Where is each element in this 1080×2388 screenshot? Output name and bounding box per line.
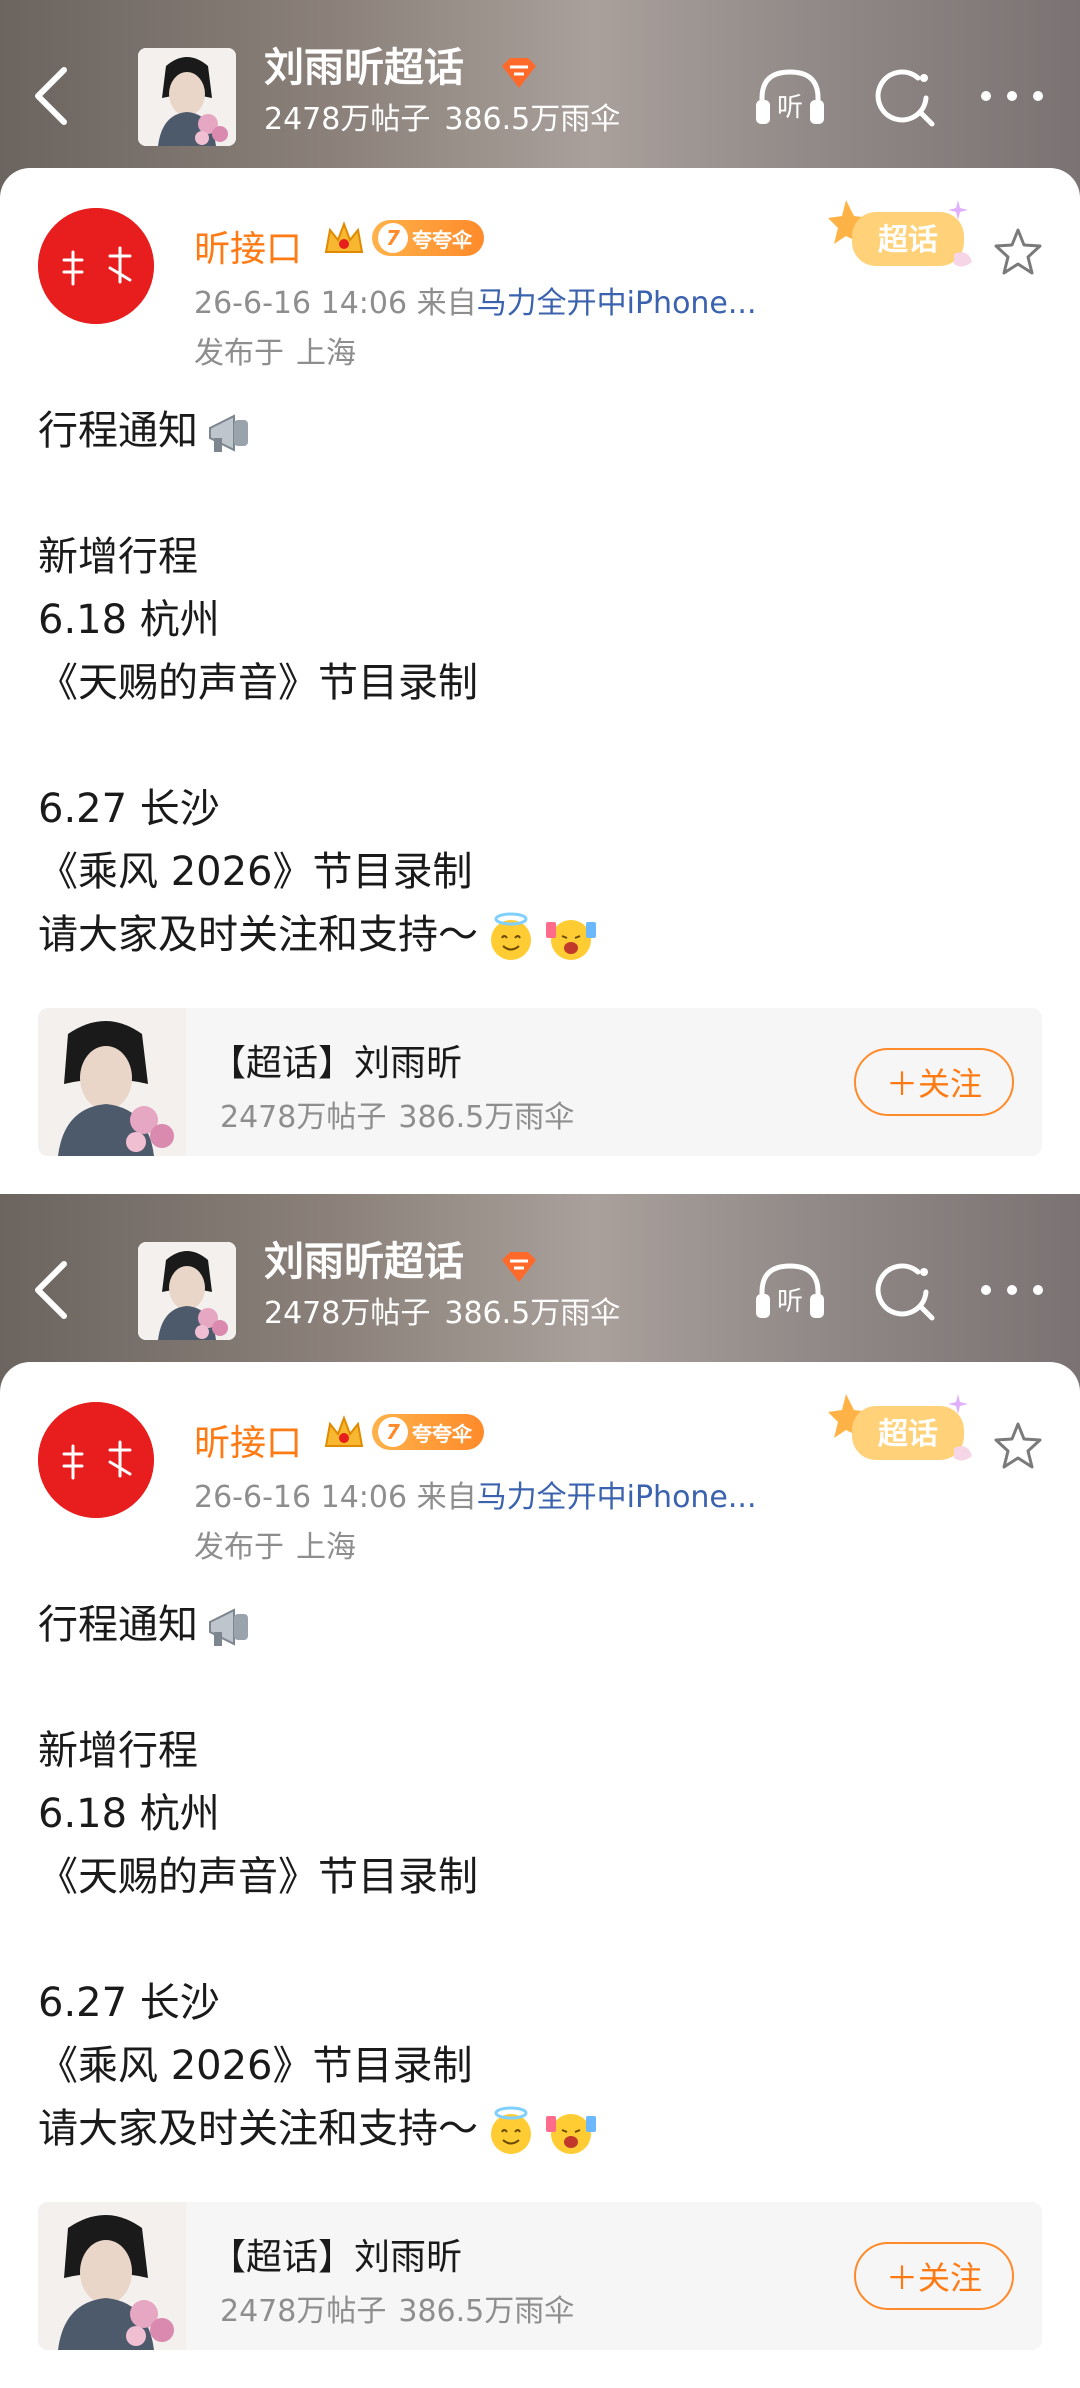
header-stats: 2478万帖子 386.5万雨伞 [264,102,634,138]
post-meta: 26-6-16 14:06 来自马力全开中iPhone... [194,278,757,322]
supertopic-card[interactable]: 【超话】刘雨昕 2478万帖子 386.5万雨伞 ＋关注 [38,1008,1042,1156]
supertopic-thumbnail[interactable] [138,48,236,146]
post-line-1: 行程通知 [38,1594,1038,1657]
halo-smile-emoji-icon [491,2106,531,2154]
location-prefix: 发布于 [194,336,284,371]
listen-headphones-icon[interactable]: 听 [752,1258,828,1322]
author-name[interactable]: 昕接口 [194,1414,302,1466]
topic-thumbnail [38,2202,186,2350]
post-line-1: 行程通知 [38,400,1038,463]
post-count: 2478万帖子 [264,102,431,137]
author-avatar[interactable] [38,1402,154,1518]
supertopic-thumbnail[interactable] [138,1242,236,1340]
post-meta: 26-6-16 14:06 来自马力全开中iPhone... [194,1472,757,1516]
sticker-label: 超话 [878,223,938,258]
favorite-star-icon[interactable] [992,1420,1044,1472]
post-line-5: 《天赐的声音》节目录制 [38,660,478,706]
post-location: 发布于 上海 [194,328,356,372]
refresh-search-icon[interactable] [866,1258,942,1322]
post-line-3: 新增行程 [38,534,198,580]
topic-member-count: 386.5万雨伞 [398,1100,575,1135]
fan-level-label: 夸夸伞 [412,1421,472,1446]
megaphone-icon [209,1608,248,1646]
refresh-search-icon[interactable] [866,64,942,128]
topic-stats: 2478万帖子 386.5万雨伞 [220,2286,586,2330]
source-prefix: 来自 [416,286,477,321]
more-dots-icon[interactable] [972,64,1052,128]
member-count: 386.5万雨伞 [444,102,621,137]
fan-level-label: 夸夸伞 [412,227,472,252]
post-line-7: 6.27 长沙 [38,786,220,832]
svg-text:听: 听 [777,93,803,123]
post-line-7: 6.27 长沙 [38,1980,220,2026]
topic-stats: 2478万帖子 386.5万雨伞 [220,1092,586,1136]
post-line-9: 请大家及时关注和支持～ [38,904,1038,967]
svg-text:听: 听 [777,1287,803,1317]
page-title: 刘雨昕超话 [264,45,464,91]
topic-member-count: 386.5万雨伞 [398,2294,575,2329]
topic-post-count: 2478万帖子 [220,1100,387,1135]
crown-icon [324,1415,364,1447]
post-line-9: 请大家及时关注和支持～ [38,2098,1038,2161]
post-card: 昕接口 7 夸夸伞 26-6-16 14:06 来自马力全开中iPhone...… [0,1362,1080,2388]
post-text: 行程通知 新增行程 6.18 杭州 《天赐的声音》节目录制 6.27 长沙 《乘… [38,1594,1038,2161]
post-line-8: 《乘风 2026》节目录制 [38,849,473,895]
crown-icon [324,221,364,253]
topic-post-count: 2478万帖子 [220,2294,387,2329]
page-title: 刘雨昕超话 [264,1239,464,1285]
cheer-emoji-icon [546,920,596,960]
topic-title: 【超话】刘雨昕 [210,1043,463,1084]
post-line-4: 6.18 杭州 [38,597,220,643]
topic-title: 【超话】刘雨昕 [210,2237,463,2278]
follow-button[interactable]: ＋关注 [854,1048,1014,1116]
author-avatar[interactable] [38,208,154,324]
fan-level-badge: 7 夸夸伞 [372,220,484,256]
fan-level-number: 7 [378,223,408,253]
post-line-3: 新增行程 [38,1728,198,1774]
post-text: 行程通知 新增行程 6.18 杭州 《天赐的声音》节目录制 6.27 长沙 《乘… [38,400,1038,967]
author-name[interactable]: 昕接口 [194,220,302,272]
sticker-label: 超话 [878,1417,938,1452]
cheer-emoji-icon [546,2114,596,2154]
location-prefix: 发布于 [194,1530,284,1565]
post-line-8: 《乘风 2026》节目录制 [38,2043,473,2089]
halo-smile-emoji-icon [491,912,531,960]
post-timestamp: 26-6-16 14:06 [194,1480,408,1515]
post-count: 2478万帖子 [264,1296,431,1331]
back-arrow-icon[interactable] [28,1256,74,1324]
post-timestamp: 26-6-16 14:06 [194,286,408,321]
supertopic-sticker-icon: 超话 [828,200,972,267]
supertopic-sticker-icon: 超话 [828,1394,972,1461]
post-card: 昕接口 7 夸夸伞 26-6-16 14:06 来自马力全开中iPhone...… [0,168,1080,1194]
post-source-link[interactable]: 马力全开中iPhone... [477,1480,757,1515]
topic-thumbnail [38,1008,186,1156]
supertopic-badge-icon [502,1252,536,1282]
more-dots-icon[interactable] [972,1258,1052,1322]
source-prefix: 来自 [416,1480,477,1515]
location-value: 上海 [296,336,356,371]
post-line-5: 《天赐的声音》节目录制 [38,1854,478,1900]
supertopic-badge-icon [502,58,536,88]
supertopic-card[interactable]: 【超话】刘雨昕 2478万帖子 386.5万雨伞 ＋关注 [38,2202,1042,2350]
location-value: 上海 [296,1530,356,1565]
post-source-link[interactable]: 马力全开中iPhone... [477,286,757,321]
listen-headphones-icon[interactable]: 听 [752,64,828,128]
fan-level-badge: 7 夸夸伞 [372,1414,484,1450]
megaphone-icon [209,414,248,452]
member-count: 386.5万雨伞 [444,1296,621,1331]
header-stats: 2478万帖子 386.5万雨伞 [264,1296,634,1332]
post-line-4: 6.18 杭州 [38,1791,220,1837]
back-arrow-icon[interactable] [28,62,74,130]
follow-button[interactable]: ＋关注 [854,2242,1014,2310]
favorite-star-icon[interactable] [992,226,1044,278]
post-location: 发布于 上海 [194,1522,356,1566]
fan-level-number: 7 [378,1417,408,1447]
screenshot-bottom: 刘雨昕超话 2478万帖子 386.5万雨伞 听 昕接口 7 夸夸伞 26-6-… [0,1194,1080,2388]
screenshot-top: 刘雨昕超话 2478万帖子 386.5万雨伞 听 昕接口 7 夸夸伞 26-6-… [0,0,1080,1194]
